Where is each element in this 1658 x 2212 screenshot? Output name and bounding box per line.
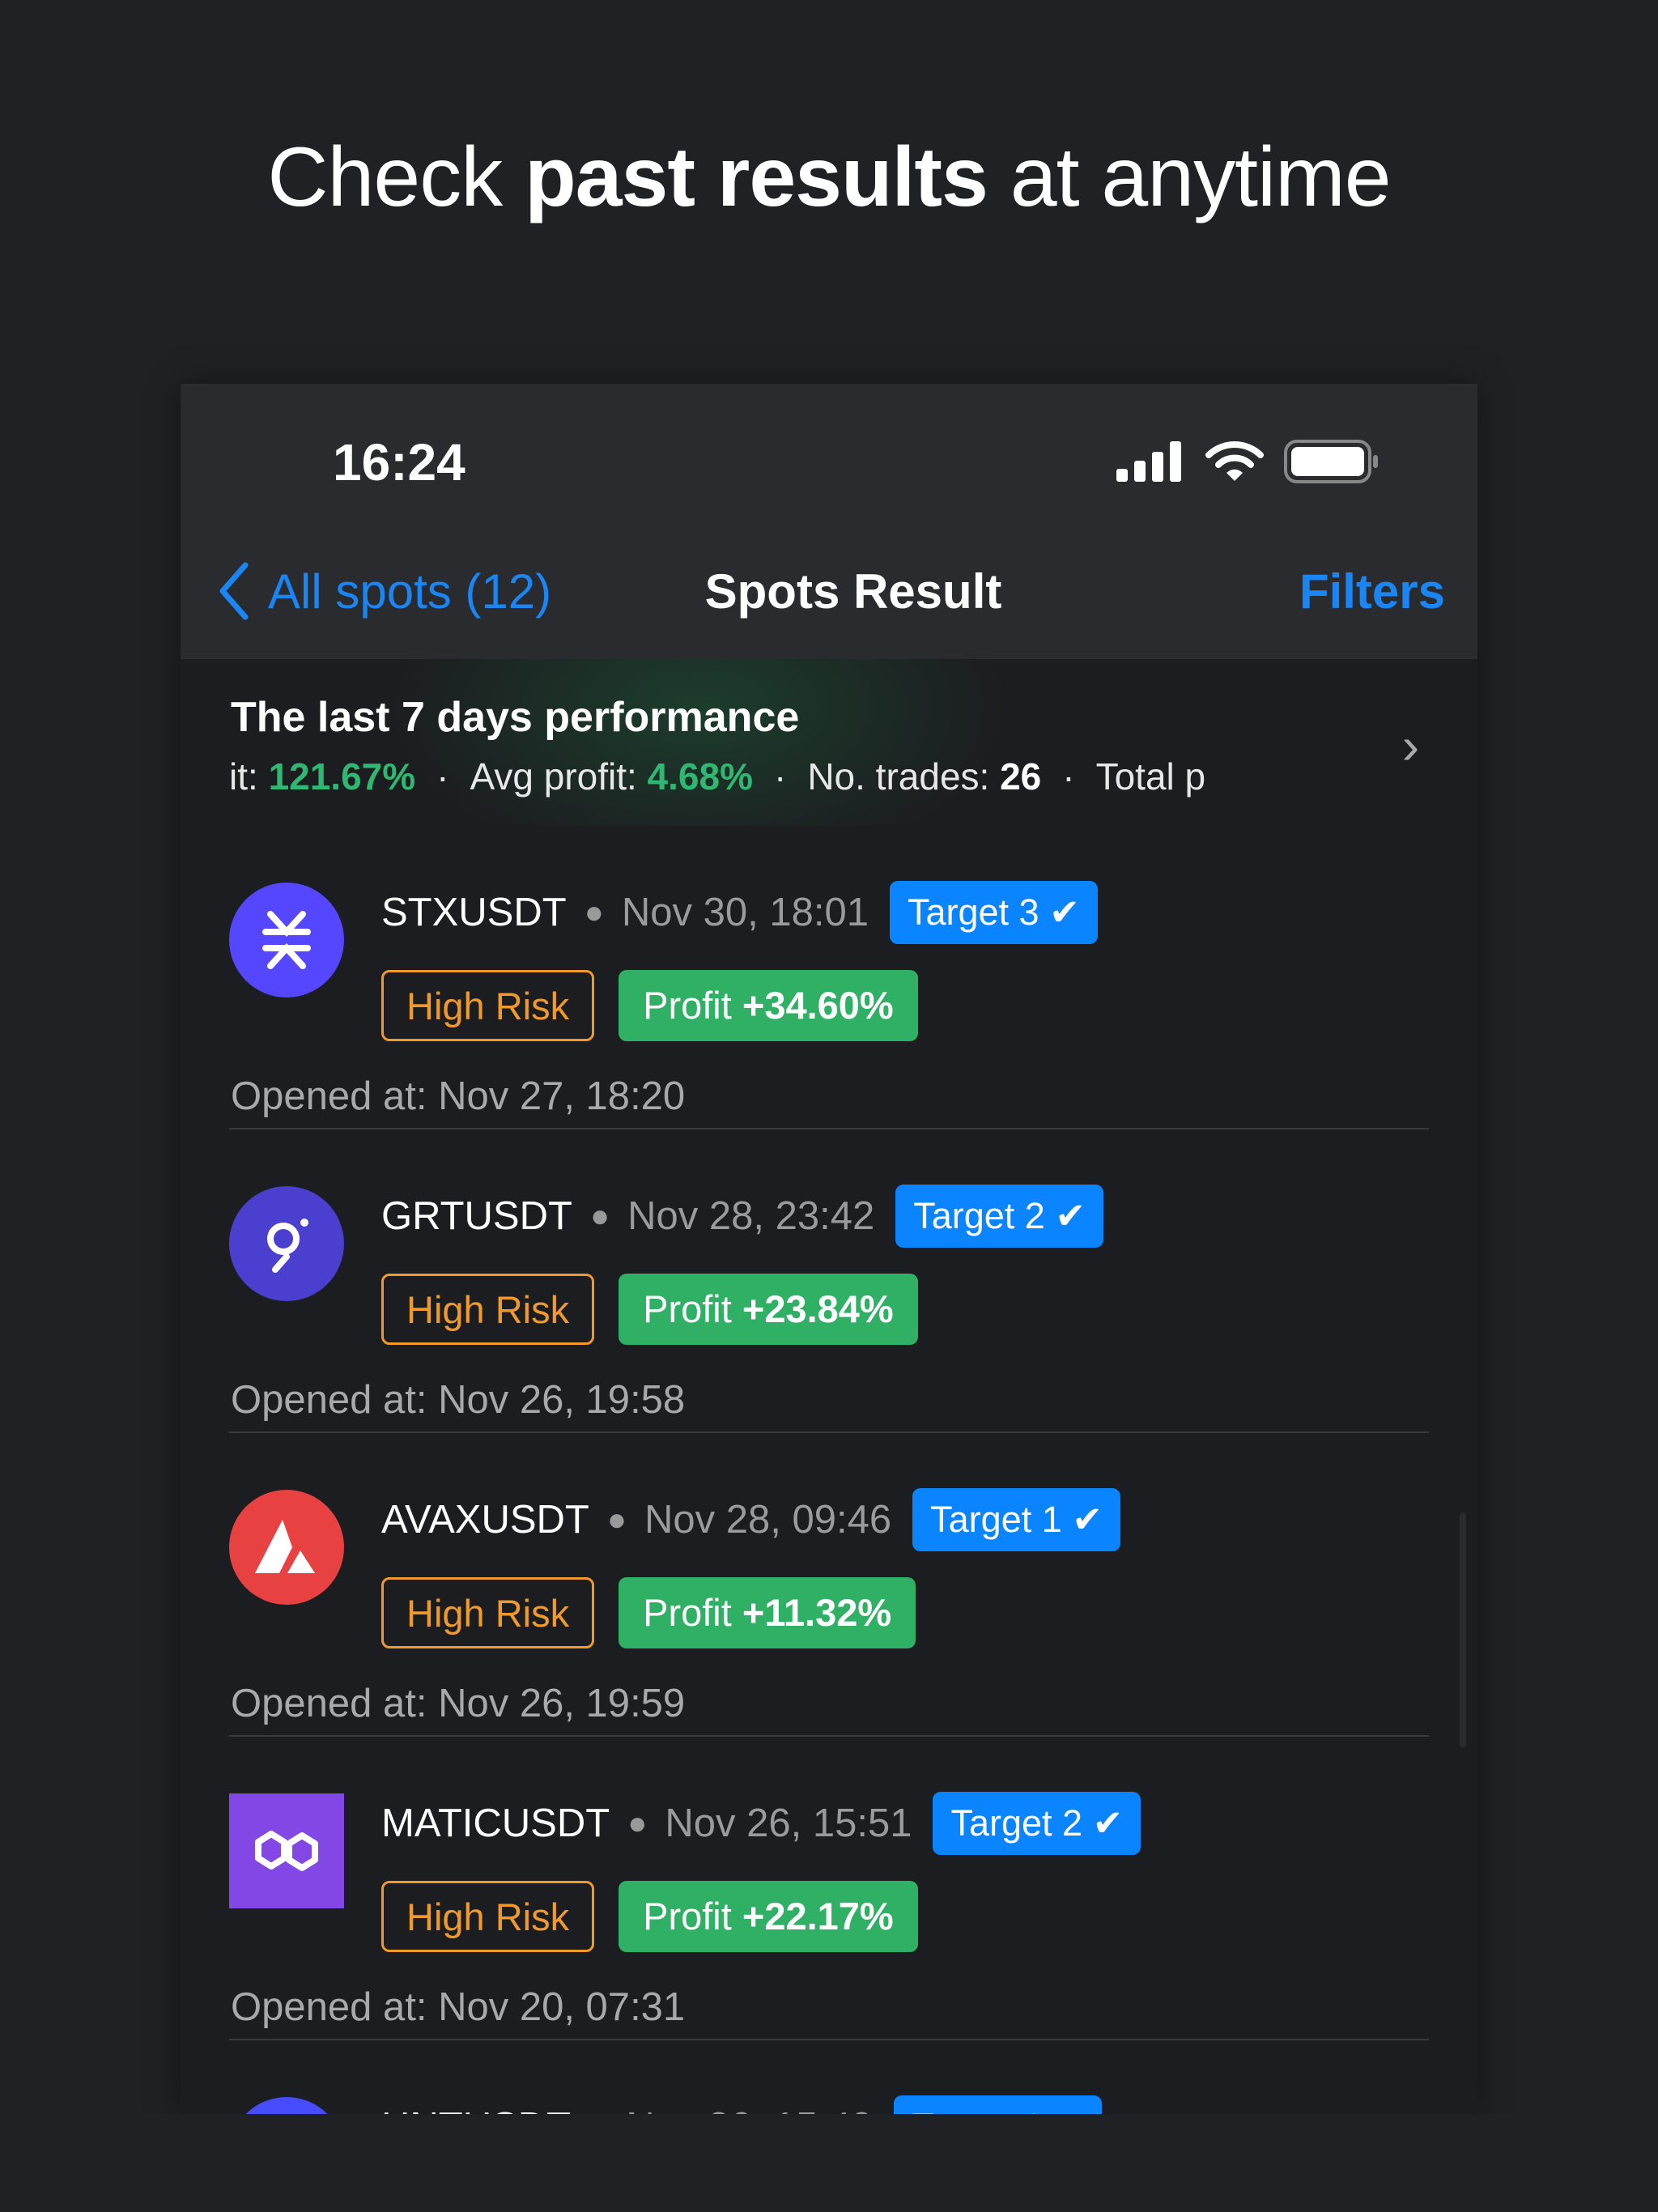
stacks-icon <box>229 883 344 998</box>
separator-dot: ● <box>606 1501 627 1538</box>
page-title: Spots Result <box>704 564 1002 619</box>
scrollbar[interactable] <box>1460 1512 1466 1747</box>
profit-value: +22.17% <box>742 1895 894 1938</box>
spot-row[interactable]: MATICUSDT ● Nov 26, 15:51 Target 2 ✔ Hig… <box>181 1737 1477 2040</box>
profit-badge: Profit +22.17% <box>619 1881 918 1952</box>
opened-at: Opened at: Nov 26, 19:59 <box>231 1682 686 1725</box>
profit-label: Profit <box>643 1287 742 1330</box>
performance-summary[interactable]: The last 7 days performance it: 121.67% ·… <box>181 659 1477 826</box>
profit-label: Profit <box>643 1591 742 1634</box>
spot-date: Nov 30, 18:01 <box>621 891 869 934</box>
profit-badge: Profit +11.32% <box>619 1577 916 1648</box>
filters-button[interactable]: Filters <box>1299 564 1445 619</box>
status-icons <box>1116 439 1380 484</box>
target-badge: Target 3 ✔ <box>889 881 1098 944</box>
spot-date: Nov 26, 15:51 <box>665 1802 912 1845</box>
total-profit-value: 121.67% <box>268 755 416 798</box>
spot-symbol: STXUSDT <box>381 891 567 934</box>
spot-row[interactable]: GRTUSDT ● Nov 28, 23:42 Target 2 ✔ High … <box>181 1129 1477 1433</box>
risk-badge: High Risk <box>381 1274 595 1345</box>
spot-symbol: GRTUSDT <box>381 1194 572 1238</box>
spot-tags: High Risk Profit +34.60% <box>381 970 918 1041</box>
phone-screen: 16:24 All spots (12) Spots Result Filter… <box>181 384 1477 2162</box>
opened-at: Opened at: Nov 26, 19:58 <box>231 1378 686 1422</box>
risk-badge: High Risk <box>381 1577 595 1648</box>
opened-at: Opened at: Nov 27, 18:20 <box>231 1074 686 1118</box>
headline-bold: past results <box>525 130 988 224</box>
headline-text: Check <box>267 130 525 224</box>
target-badge: Target 2 ✔ <box>933 1792 1141 1855</box>
avalanche-icon <box>229 1490 344 1605</box>
opened-at: Opened at: Nov 20, 07:31 <box>231 1985 686 2029</box>
the-graph-icon <box>229 1186 344 1301</box>
battery-icon <box>1284 440 1378 483</box>
trades-label: No. trades: <box>807 755 1001 798</box>
spot-symbol: AVAXUSDT <box>381 1498 589 1542</box>
target-badge: Target 2 ✔ <box>895 1185 1104 1248</box>
signal-icon <box>1116 441 1181 482</box>
spot-tags: High Risk Profit +11.32% <box>381 1577 916 1648</box>
performance-title: The last 7 days performance <box>231 694 800 741</box>
wifi-icon <box>1205 441 1264 481</box>
total-label: Total p <box>1095 755 1206 798</box>
trades-value: 26 <box>1000 755 1042 798</box>
spot-tags: High Risk Profit +23.84% <box>381 1274 918 1345</box>
total-profit-label: it: <box>229 755 269 798</box>
separator-dot: ● <box>584 894 604 930</box>
chevron-right-icon: › <box>1401 717 1419 775</box>
spot-date: Nov 28, 09:46 <box>644 1498 892 1542</box>
profit-value: +34.60% <box>742 984 894 1027</box>
risk-badge: High Risk <box>381 970 595 1041</box>
avg-profit-label: Avg profit: <box>470 755 648 798</box>
profit-label: Profit <box>643 1895 742 1938</box>
status-time: 16:24 <box>333 433 466 491</box>
separator-dot: ● <box>589 1197 610 1234</box>
headline-text-end: at anytime <box>987 130 1392 224</box>
profit-value: +23.84% <box>742 1287 894 1330</box>
separator-dot: ● <box>627 1805 648 1841</box>
screen-bottom-edge <box>0 2114 1658 2212</box>
performance-stats: it: 121.67% · Avg profit: 4.68% · No. trades… <box>229 755 1206 798</box>
polygon-icon <box>229 1793 344 1908</box>
spot-symbol: MATICUSDT <box>381 1802 610 1845</box>
profit-badge: Profit +23.84% <box>619 1274 918 1345</box>
avg-profit-value: 4.68% <box>647 755 753 798</box>
profit-value: +11.32% <box>742 1591 892 1634</box>
spot-header: STXUSDT ● Nov 30, 18:01 Target 3 ✔ <box>381 881 1098 944</box>
profit-label: Profit <box>643 984 742 1027</box>
target-badge: Target 1 ✔ <box>912 1488 1120 1551</box>
spot-header: MATICUSDT ● Nov 26, 15:51 Target 2 ✔ <box>381 1792 1141 1855</box>
spot-date: Nov 28, 23:42 <box>627 1194 875 1238</box>
spot-row[interactable]: STXUSDT ● Nov 30, 18:01 Target 3 ✔ High … <box>181 826 1477 1129</box>
spot-row[interactable]: AVAXUSDT ● Nov 28, 09:46 Target 1 ✔ High… <box>181 1433 1477 1737</box>
spot-header: GRTUSDT ● Nov 28, 23:42 Target 2 ✔ <box>381 1185 1104 1248</box>
spot-tags: High Risk Profit +22.17% <box>381 1881 918 1952</box>
risk-badge: High Risk <box>381 1881 595 1952</box>
headline: Check past results at anytime <box>0 130 1658 226</box>
top-bar: 16:24 All spots (12) Spots Result Filter… <box>181 384 1477 659</box>
spot-header: AVAXUSDT ● Nov 28, 09:46 Target 1 ✔ <box>381 1488 1120 1551</box>
profit-badge: Profit +34.60% <box>619 970 918 1041</box>
